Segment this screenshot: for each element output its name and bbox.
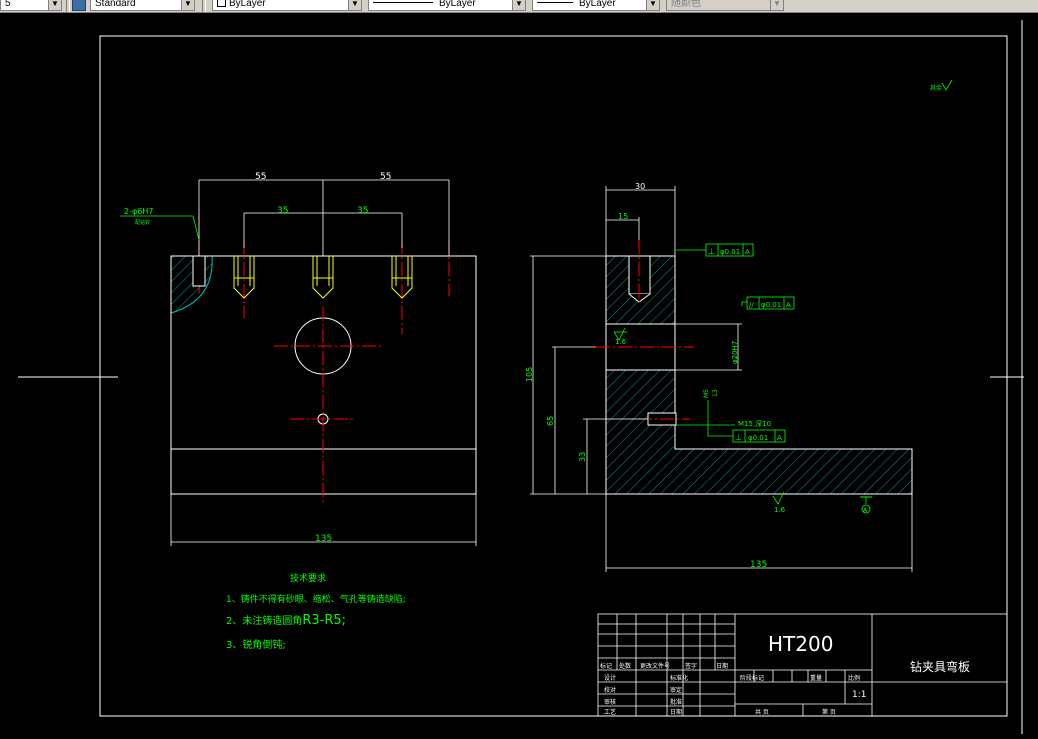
title-block-text: HT200 钻夹具弯板 1:1 标记 处数 更改文件号 签字 日期 设计 校对 … [600,632,970,716]
svg-text:⊥: ⊥ [708,247,715,256]
svg-text:A: A [777,434,782,442]
svg-text:标记: 标记 [600,662,612,670]
svg-text:批准: 批准 [670,698,682,706]
svg-text:共 页: 共 页 [755,708,769,716]
dim-55-right: 55 [380,172,391,182]
chevron-down-icon[interactable]: ▼ [181,0,194,10]
plot-style-value: 随颜色 [671,0,701,9]
layer-color-value: ByLayer [229,0,266,9]
properties-toolbar: 5 ▼ Standard ▼ ByLayer ▼ ByLayer ▼ ByLay… [0,0,1038,13]
toolbar-separator [202,0,206,12]
svg-text:φ0.01: φ0.01 [748,434,768,442]
hole-note: 配钻铰 [135,219,150,226]
svg-text:其余: 其余 [930,84,942,92]
scale-value: 1:1 [852,690,866,700]
dim-35-left: 35 [277,206,288,216]
material-label: HT200 [768,632,833,656]
toolbar-separator [66,0,70,12]
tech-req-item-2: 2、未注铸造圆角R3-R5; [226,613,346,628]
chevron-down-icon[interactable]: ▼ [646,0,659,10]
chevron-down-icon[interactable]: ▼ [770,0,783,10]
text-style-icon[interactable] [72,0,86,11]
svg-text:日期: 日期 [716,662,728,670]
threaded-holes [233,256,413,299]
line-sample-icon [373,2,433,3]
svg-text:标准化: 标准化 [670,674,688,682]
gdt-frame-2: // φ0.01 A [741,296,795,310]
svg-text:审定: 审定 [670,686,682,694]
tech-req-item-1: 1、铸件不得有砂眼、缩松、气孔等铸造缺陷; [226,593,406,605]
svg-text:校对: 校对 [604,686,616,694]
linetype-value: ByLayer [439,0,476,9]
tech-req-item-3: 3、锐角倒钝; [226,638,286,651]
svg-text:处数: 处数 [619,662,631,670]
hole-callout: 2-φ6H7 [124,207,153,216]
svg-text:设计: 设计 [604,674,616,682]
gdt-frame-3: ⊥ φ0.01 A [707,429,786,443]
left-combo-value: 5 [5,0,11,9]
technical-requirements: 技术要求 1、铸件不得有砂眼、缩松、气孔等铸造缺陷; 2、未注铸造圆角R3-R5… [226,572,406,651]
part-name: 钻夹具弯板 [910,659,970,674]
dim-depth: 13 [712,389,719,397]
color-swatch-icon [217,0,226,7]
svg-text:1.6: 1.6 [615,338,627,346]
svg-text:φ0.01: φ0.01 [720,248,740,256]
line-sample-icon [537,2,573,3]
thread-note: M15,深10 [738,419,771,428]
lineweight-combo[interactable]: ByLayer ▼ [532,0,660,11]
dim-105: 105 [525,367,534,382]
plot-style-combo[interactable]: 随颜色 ▼ [666,0,784,11]
gdt-frame-1: ⊥ φ0.01 A [676,243,754,257]
svg-text:⊥: ⊥ [735,433,742,442]
hatch-section [171,256,213,313]
layer-color-combo[interactable]: ByLayer ▼ [212,0,362,11]
svg-text:第 页: 第 页 [822,708,836,716]
datum-symbol: A [860,496,872,514]
svg-text://: // [749,301,754,309]
dim-135-front: 135 [315,534,332,544]
chevron-down-icon[interactable]: ▼ [348,0,361,10]
dim-m5: M5 [703,389,710,398]
text-style-value: Standard [95,0,136,9]
svg-text:阶段标记: 阶段标记 [740,674,764,682]
dim-33: 33 [578,452,587,462]
svg-text:签字: 签字 [685,662,697,670]
dim-bore: φ20H7 [731,341,739,364]
svg-text:日期: 日期 [670,708,682,716]
side-view: 30 15 105 65 33 135 φ20H7 M5 13 M15,深10 … [525,182,913,572]
surface-roughness-note: 其余 [930,79,953,92]
svg-text:工艺: 工艺 [604,708,616,716]
dim-65: 65 [546,416,555,426]
dim-135-side: 135 [750,560,767,570]
lineweight-value: ByLayer [579,0,616,9]
svg-text:1.6: 1.6 [774,506,786,514]
chevron-down-icon[interactable]: ▼ [512,0,525,10]
svg-text:更改文件号: 更改文件号 [640,662,670,670]
svg-text:φ0.01: φ0.01 [761,301,781,309]
front-view: 55 55 35 35 135 2-φ6H7 配钻铰 [120,172,477,546]
drawing-canvas[interactable]: 其余 55 55 35 35 135 2-φ6H7 配钻铰 30 15 105 … [0,13,1038,739]
dim-55-left: 55 [255,172,266,182]
left-combo[interactable]: 5 ▼ [0,0,62,11]
dim-35-right: 35 [357,206,368,216]
tech-req-title: 技术要求 [290,572,326,584]
roughness-symbol-2: 1.6 [772,491,786,514]
svg-text:A: A [786,301,791,309]
dim-15: 15 [618,212,628,221]
linetype-combo[interactable]: ByLayer ▼ [368,0,526,11]
svg-text:比例: 比例 [848,674,860,682]
svg-text:A: A [745,248,750,256]
svg-text:重量: 重量 [810,674,822,682]
text-style-combo[interactable]: Standard ▼ [90,0,195,11]
chevron-down-icon[interactable]: ▼ [48,0,61,10]
svg-text:审核: 审核 [604,698,616,706]
dim-30: 30 [635,182,645,191]
